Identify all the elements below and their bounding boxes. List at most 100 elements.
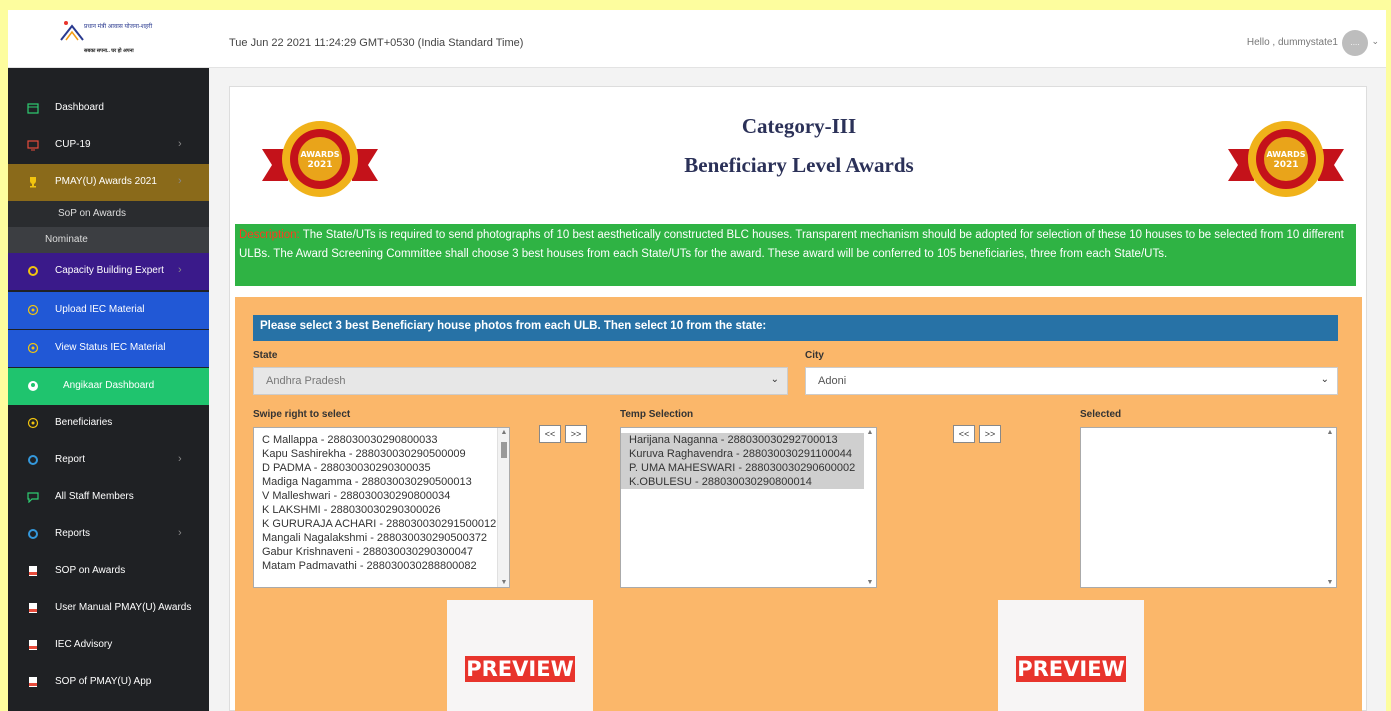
list-item[interactable]: Gabur Krishnaveni - 288030030290300047 [254, 545, 509, 559]
sidebar-item-awards[interactable]: PMAY(U) Awards 2021 › [8, 164, 209, 201]
sidebar-item-user-manual[interactable]: User Manual PMAY(U) Awards [8, 590, 209, 627]
list-item[interactable]: C Mallappa - 288030030290800033 [254, 433, 509, 447]
sidebar-subitem-nominate[interactable]: Nominate [8, 227, 209, 253]
gear-icon [28, 455, 38, 465]
circle-icon [27, 342, 39, 354]
sidebar-item-angikaar[interactable]: Angikaar Dashboard [8, 368, 209, 405]
state-select[interactable]: Andhra Pradesh ⌄ [253, 367, 788, 395]
candidates-options: C Mallappa - 288030030290800033 Kapu Sas… [254, 428, 509, 573]
monitor-icon [27, 140, 39, 151]
left-strip [0, 10, 8, 711]
sidebar-subitem-label: Nominate [45, 234, 88, 245]
description-text: The State/UTs is required to send photog… [239, 229, 1344, 260]
preview-label: PREVIEW [465, 656, 575, 682]
scroll-down-icon[interactable]: ▼ [864, 579, 876, 586]
list-item[interactable]: D PADMA - 288030030290300035 [254, 461, 509, 475]
city-select[interactable]: Adoni ⌄ [805, 367, 1338, 395]
sidebar-item-label: IEC Advisory [55, 639, 113, 650]
sidebar-item-capacity[interactable]: Capacity Building Expert › [8, 253, 209, 290]
sidebar-item-label: Upload IEC Material [55, 304, 145, 315]
list-item[interactable]: Matam Padmavathi - 288030030288800082 [254, 559, 509, 573]
sidebar-item-cup19[interactable]: CUP-19 › [8, 127, 209, 164]
description-box: Description: The State/UTs is required t… [235, 224, 1356, 286]
sidebar-item-label: Angikaar Dashboard [63, 380, 155, 391]
main-content: AWARDS 2021 AWARDS 2021 Category-III Ben… [209, 68, 1386, 711]
current-datetime: Tue Jun 22 2021 11:24:29 GMT+0530 (India… [229, 37, 524, 49]
avatar[interactable]: .... [1342, 30, 1368, 56]
circle-icon [27, 304, 39, 316]
sidebar-item-dashboard[interactable]: Dashboard [8, 90, 209, 127]
candidates-label: Swipe right to select [253, 409, 351, 420]
temp-selection-list[interactable]: Harijana Naganna - 288030030292700013 Ku… [620, 427, 877, 588]
city-select-value: Adoni [818, 375, 847, 387]
sidebar-item-report[interactable]: Report › [8, 442, 209, 479]
scroll-down-icon[interactable]: ▼ [498, 579, 509, 586]
list-item[interactable]: P. UMA MAHESWARI - 288030030290600002 [621, 461, 876, 475]
selected-label: Selected [1080, 409, 1122, 420]
awards-card: AWARDS 2021 AWARDS 2021 Category-III Ben… [229, 86, 1367, 711]
trophy-icon [30, 177, 36, 188]
list-item[interactable]: K GURURAJA ACHARI - 288030030291500012 [254, 517, 509, 531]
sidebar-item-label: All Staff Members [55, 491, 134, 502]
sidebar-item-iec-advisory[interactable]: IEC Advisory [8, 627, 209, 664]
list-item[interactable]: Mangali Nagalakshmi - 288030030290500372 [254, 531, 509, 545]
pdf-icon [29, 677, 37, 687]
chevron-down-icon: ⌄ [770, 374, 779, 385]
list-item[interactable]: Kuruva Raghavendra - 288030030291100044 [621, 447, 876, 461]
scrollbar[interactable]: ▲ ▼ [497, 428, 509, 587]
chevron-right-icon: › [178, 453, 182, 465]
user-greeting: Hello , dummystate1 [1246, 37, 1338, 48]
candidates-list[interactable]: C Mallappa - 288030030290800033 Kapu Sas… [253, 427, 510, 588]
chevron-right-icon: › [178, 175, 182, 187]
list-item[interactable]: Kapu Sashirekha - 288030030290500009 [254, 447, 509, 461]
scroll-thumb[interactable] [501, 442, 507, 458]
sidebar-item-label: Report [55, 454, 86, 465]
sidebar-item-label: SOP of PMAY(U) App [55, 676, 152, 687]
preview-label: PREVIEW [1016, 656, 1126, 682]
sidebar-item-label: CUP-19 [55, 139, 91, 150]
scroll-up-icon[interactable]: ▲ [498, 429, 509, 436]
right-strip [1386, 10, 1391, 711]
move-left-button[interactable]: << [953, 425, 975, 443]
scroll-up-icon[interactable]: ▲ [1324, 429, 1336, 436]
list-item[interactable]: K.OBULESU - 288030030290800014 [621, 475, 876, 489]
scroll-up-icon[interactable]: ▲ [864, 429, 876, 436]
logo-tagline: सबका सपना.. घर हो अपना [84, 48, 134, 54]
list-item[interactable]: K LAKSHMI - 288030030290300026 [254, 503, 509, 517]
selected-list[interactable]: ▲ ▼ [1080, 427, 1337, 588]
sidebar-subitem-label: SoP on Awards [58, 208, 127, 219]
sidebar-item-reports[interactable]: Reports › [8, 516, 209, 553]
house-roof-icon [60, 21, 84, 41]
preview-image-1[interactable]: PREVIEW [447, 600, 593, 711]
list-item[interactable]: Madiga Nagamma - 288030030290500013 [254, 475, 509, 489]
scrollbar[interactable]: ▲ ▼ [864, 428, 876, 587]
sidebar-item-beneficiaries[interactable]: Beneficiaries [8, 405, 209, 442]
temp-options: Harijana Naganna - 288030030292700013 Ku… [621, 428, 876, 489]
scroll-down-icon[interactable]: ▼ [1324, 579, 1336, 586]
preview-image-2[interactable]: PREVIEW [998, 600, 1144, 711]
list-item[interactable]: V Malleshwari - 288030030290800034 [254, 489, 509, 503]
gear-icon [28, 529, 38, 539]
selection-heading: Please select 3 best Beneficiary house p… [253, 315, 1338, 341]
chevron-right-icon: › [178, 138, 182, 150]
move-left-button[interactable]: << [539, 425, 561, 443]
sidebar-item-label: User Manual PMAY(U) Awards [55, 602, 192, 613]
sidebar-item-upload-iec[interactable]: Upload IEC Material [8, 292, 209, 329]
top-header: प्रधान मंत्री आवास योजना-शहरी सबका सपना.… [8, 10, 1386, 68]
calendar-icon [27, 103, 39, 114]
sidebar-item-view-iec[interactable]: View Status IEC Material [8, 330, 209, 367]
sidebar-item-sop-awards[interactable]: SOP on Awards [8, 553, 209, 590]
scrollbar[interactable]: ▲ ▼ [1324, 428, 1336, 587]
list-item[interactable]: Harijana Naganna - 288030030292700013 [621, 433, 876, 447]
pdf-icon [29, 566, 37, 576]
pmay-logo[interactable]: प्रधान मंत्री आवास योजना-शहरी सबका सपना.… [60, 18, 170, 62]
sidebar-item-staff[interactable]: All Staff Members [8, 479, 209, 516]
move-right-button[interactable]: >> [979, 425, 1001, 443]
sidebar-subitem-sop[interactable]: SoP on Awards [8, 201, 209, 227]
sidebar-item-label: Capacity Building Expert [55, 265, 164, 276]
sidebar-item-label: PMAY(U) Awards 2021 [55, 176, 157, 187]
state-select-value: Andhra Pradesh [266, 375, 346, 387]
chevron-down-icon[interactable]: ⌄ [1371, 36, 1379, 47]
sidebar-item-sop-app[interactable]: SOP of PMAY(U) App [8, 664, 209, 701]
move-right-button[interactable]: >> [565, 425, 587, 443]
